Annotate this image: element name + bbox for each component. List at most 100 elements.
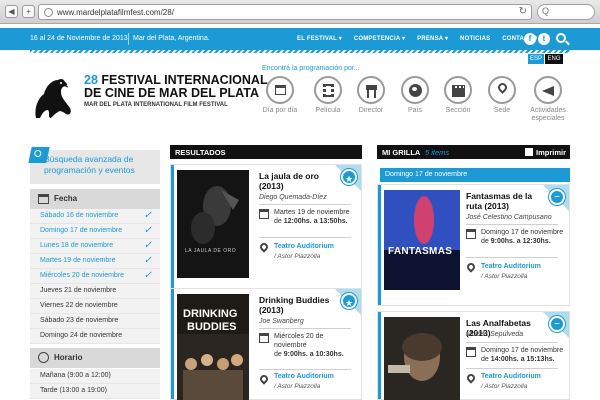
address-bar[interactable]: www.mardelplatafilmfest.com/28/ ↻ [38,4,532,20]
facebook-icon[interactable]: f [524,33,536,45]
url-text: www.mardelplatafilmfest.com/28/ [57,8,174,17]
screening-date: Miércoles 20 de noviembre de 9:00hs. a 10:… [274,333,344,358]
menu-noticias[interactable]: NOTICIAS [460,36,490,42]
grilla-card[interactable]: FANTASMAS Fantasmas de la ruta (2013) Jos… [377,184,570,306]
menu-el-festival[interactable]: EL FESTIVAL ▾ [297,36,342,42]
poster-title: BUDDIES [187,321,237,333]
movie-title[interactable]: La jaula de oro (2013) [259,171,319,191]
lang-esp[interactable]: ESP [528,54,544,64]
category-dia-por-dia[interactable]: Día por día [258,76,302,115]
movie-poster[interactable]: DRINKING BUDDIES [177,294,249,400]
day-option[interactable]: Sábado 23 de noviembre [30,314,160,329]
main-menu: EL FESTIVAL ▾ COMPETENCIA ▾ PRENSA ▾ NOT… [297,35,547,42]
title-line-2: DE CINE DE MAR DEL PLATA [84,86,260,100]
horario-option[interactable]: Tarde (13:00 a 19:00) [30,384,160,399]
movie-poster[interactable]: FANTASMAS [384,190,460,290]
horario-label: Tarde (13:00 a 19:00) [40,387,107,394]
calendar-icon [466,347,476,357]
category-director[interactable]: Director [349,76,393,115]
day-label: Sábado 23 de noviembre [40,317,119,324]
day-option[interactable]: Domingo 17 de noviembre ✓ [30,224,160,239]
movie-director: José Celestino Campusano [466,214,552,221]
festival-title[interactable]: 28 FESTIVAL INTERNACIONAL DE CINE DE MAR… [84,74,268,100]
divider [259,328,351,329]
category-actividades-especiales[interactable]: Actividades especiales [526,76,570,123]
category-pais[interactable]: País [393,76,437,115]
venue-room: / Astor Piazzolla [274,383,321,390]
movie-director: Diego Quemada-Díez [259,194,327,201]
grilla-title: MI GRILLA [382,148,421,157]
check-icon: ✓ [143,240,152,251]
location-pin-icon [258,241,270,253]
horario-label: Mañana (9:00 a 12:00) [40,372,111,379]
movie-title[interactable]: Drinking Buddies (2013) [259,295,329,315]
venue-room: / Astor Piazzolla [481,273,528,280]
venue-link[interactable]: Teatro Auditorium [481,263,541,270]
movie-poster[interactable] [384,317,460,400]
grilla-header: MI GRILLA 5 items Imprimir [377,145,570,159]
remove-from-grid-icon[interactable]: − [549,189,565,205]
add-to-grid-star-icon[interactable]: ★ [341,169,357,185]
category-label: Sección [445,107,471,114]
result-card[interactable]: DRINKING BUDDIES Drinking Buddies (2013) … [170,288,362,400]
day-option[interactable]: Jueves 21 de noviembre [30,284,160,299]
poster-art [384,190,460,290]
menu-prensa[interactable]: PRENSA ▾ [417,36,448,42]
day-option[interactable]: Miércoles 20 de noviembre ✓ [30,269,160,284]
poster-art [177,170,249,278]
print-icon[interactable] [525,148,533,156]
horario-option[interactable]: Mañana (9:00 a 12:00) [30,369,160,384]
lang-eng[interactable]: ENG [545,54,563,64]
divider [259,204,351,205]
venue-link[interactable]: Teatro Auditorium [274,243,334,250]
screening-date: Domingo 17 de noviembre de 9:00hs. a 12:3… [481,229,564,245]
add-to-grid-star-icon[interactable]: ★ [341,293,357,309]
category-seccion[interactable]: Sección [436,76,480,115]
back-button[interactable]: ◀ [5,5,18,18]
megaphone-icon [534,76,562,104]
new-tab-button[interactable]: + [22,5,35,18]
fecha-section-header[interactable]: Fecha [30,189,160,209]
divider [466,257,558,258]
grilla-count: 5 items [425,148,450,157]
location-pin-icon [258,373,270,385]
movie-poster[interactable]: LA JAULA DE ORO [177,170,249,278]
category-label: Día por día [262,107,298,114]
day-label: Sábado 16 de noviembre [40,212,119,219]
calendar-icon [466,229,476,239]
venue-link[interactable]: Teatro Auditorium [274,373,334,380]
grilla-card[interactable]: Las Analfabetas (2013) Moisés Sepúlveda D… [377,311,570,400]
remove-from-grid-icon[interactable]: − [549,316,565,332]
poster-title: LA JAULA DE ORO [185,248,237,254]
reload-icon[interactable]: ↻ [519,6,527,17]
globe-icon [401,76,429,104]
category-label: Director [358,107,384,114]
browser-search-box[interactable]: Q [537,4,595,20]
day-option[interactable]: Viernes 22 de noviembre [30,299,160,314]
location-pin-icon [465,261,477,273]
day-option[interactable]: Martes 19 de noviembre ✓ [30,254,160,269]
venue-link[interactable]: Teatro Auditorium [481,373,541,380]
twitter-icon[interactable]: t [538,33,550,45]
accent-bar [378,185,381,305]
poster-title: FANTASMAS [388,246,453,257]
festival-dates: 16 al 24 de Noviembre de 2013 [30,35,128,42]
search-icon[interactable] [556,33,566,43]
check-icon: ✓ [143,270,152,281]
menu-competencia[interactable]: COMPETENCIA ▾ [354,36,405,42]
movie-title[interactable]: Fantasmas de la ruta (2013) [466,191,532,211]
sea-lion-logo[interactable] [30,74,75,120]
screening-date: Martes 19 de noviembre de 12:00hs. a 13:5… [274,209,350,225]
category-sede[interactable]: Sede [480,76,524,115]
horario-section-header[interactable]: Horario [30,348,160,368]
advanced-search-header[interactable]: Búsqueda avanzada de programación y even… [30,150,160,184]
day-option[interactable]: Lunes 18 de noviembre ✓ [30,239,160,254]
category-pelicula[interactable]: Película [306,76,350,115]
print-button[interactable]: Imprimir [536,148,566,157]
result-card[interactable]: LA JAULA DE ORO La jaula de oro (2013) Di… [170,164,362,296]
horario-label: Horario [54,353,83,362]
day-option[interactable]: Sábado 16 de noviembre ✓ [30,209,160,224]
day-option[interactable]: Domingo 24 de noviembre [30,329,160,344]
accent-bar [378,312,381,399]
browser-toolbar: ◀ + www.mardelplatafilmfest.com/28/ ↻ Q [0,0,600,24]
